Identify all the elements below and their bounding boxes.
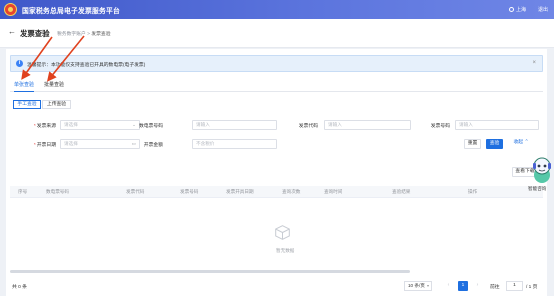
goto-label: 前往	[490, 285, 500, 290]
amount-input[interactable]: 不含税价	[192, 139, 277, 149]
back-arrow-icon[interactable]: ←	[8, 27, 16, 36]
horizontal-scrollbar[interactable]	[10, 270, 410, 273]
assistant-robot-icon[interactable]	[530, 155, 554, 185]
goto-page-input[interactable]: 1	[506, 281, 523, 291]
app-title: 国家税务总局电子发票服务平台	[22, 8, 120, 15]
subtab-upload-check[interactable]: 上传查验	[42, 100, 71, 109]
notice-text: 温馨提示：本功能仅支持查验已开具的数电票(电子发票)	[27, 63, 146, 68]
invoice-code-label: 发票代码	[298, 124, 318, 129]
page-size-select[interactable]: 10 条/页 ▾	[404, 281, 432, 291]
table-header: 序号 数电票号码 发票代码 发票号码 发票开具日期 查询次数 查询时间 查验结果…	[10, 186, 543, 198]
user-icon	[508, 7, 514, 12]
column-header: 发票号码	[180, 189, 199, 194]
invoice-source-label: *发票来源	[33, 124, 56, 129]
page-title: 发票查验	[20, 29, 50, 38]
page-titlebar: ← 发票查验 税务数字账户 > 发票查验	[0, 19, 554, 48]
column-header: 发票开具日期	[226, 189, 254, 194]
total-count: 共 0 条	[12, 285, 27, 290]
query-button[interactable]: 查验	[486, 139, 503, 149]
close-icon[interactable]: ×	[532, 60, 536, 66]
prev-page-icon[interactable]: ‹	[444, 281, 453, 291]
page-number-active[interactable]: 1	[458, 281, 468, 291]
reset-button[interactable]: 重置	[464, 139, 481, 149]
breadcrumb: 税务数字账户 > 发票查验	[57, 30, 111, 37]
user-menu[interactable]: 上海	[508, 6, 526, 13]
invoice-no-label: 发票号码	[430, 124, 450, 129]
top-header: 国家税务总局电子发票服务平台 上海 退出	[0, 0, 554, 19]
column-header: 数电票号码	[46, 189, 69, 194]
empty-box-icon	[275, 225, 290, 240]
column-header: 序号	[18, 189, 28, 194]
main-content: i 温馨提示：本功能仅支持查验已开具的数电票(电子发票) × 单张查验 批量查验…	[6, 49, 547, 296]
next-page-icon[interactable]: ›	[473, 281, 482, 291]
collapse-link[interactable]: 收起 ⌃	[509, 139, 533, 149]
column-header: 操作	[468, 189, 478, 194]
column-header: 查询次数	[282, 189, 301, 194]
total-pages: / 1 页	[526, 285, 538, 290]
tab-single-check[interactable]: 单张查验	[14, 81, 35, 92]
main-tabs: 单张查验 批量查验	[10, 81, 543, 92]
breadcrumb-parent[interactable]: 税务数字账户	[57, 32, 86, 37]
chevron-up-icon: ⌃	[524, 140, 529, 145]
amount-label: 开票金额	[143, 143, 163, 148]
column-header: 查询时间	[324, 189, 343, 194]
issue-date-label: *开票日期	[33, 143, 56, 148]
digital-invoice-no-label: 数电票号码	[139, 124, 163, 129]
invoice-no-input[interactable]: 请输入	[455, 120, 539, 130]
breadcrumb-separator: >	[87, 32, 90, 37]
column-header: 查验结果	[392, 189, 411, 194]
assistant-label[interactable]: 智能咨询	[528, 186, 546, 192]
chevron-down-icon: ▾	[426, 283, 429, 288]
subtab-manual-check[interactable]: 手工查验	[13, 100, 41, 109]
column-header: 发票代码	[126, 189, 145, 194]
digital-invoice-no-input[interactable]: 请输入	[192, 120, 277, 130]
logout-link[interactable]: 退出	[538, 6, 548, 13]
empty-state-text: 暂无数据	[276, 248, 295, 253]
tab-batch-check[interactable]: 批量查验	[44, 81, 64, 92]
notice-banner: i 温馨提示：本功能仅支持查验已开具的数电票(电子发票) ×	[10, 55, 543, 72]
user-name: 上海	[515, 7, 526, 13]
tax-logo-icon	[4, 3, 17, 16]
info-icon: i	[16, 60, 23, 67]
breadcrumb-current: 发票查验	[91, 32, 111, 37]
invoice-code-input[interactable]: 请输入	[324, 120, 411, 130]
